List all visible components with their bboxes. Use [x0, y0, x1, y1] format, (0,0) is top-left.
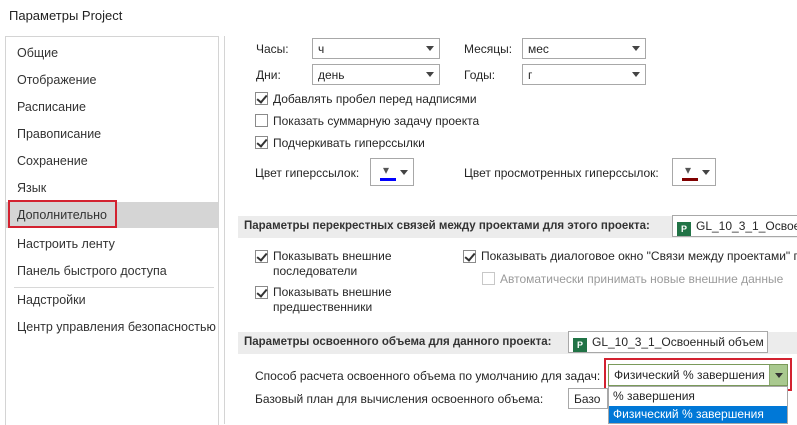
paint-bucket-icon: ▾ [685, 163, 692, 177]
highlight-frame [8, 200, 117, 228]
checkmark-icon [256, 136, 268, 148]
months-value: мес [528, 42, 549, 56]
show-successors-label-2: последователи [273, 264, 358, 278]
sidebar-item-save[interactable]: Сохранение [6, 148, 218, 174]
years-value: г [528, 68, 533, 82]
ev-method-select[interactable]: Физический % завершения [608, 364, 788, 386]
earned-value-project-name: GL_10_3_1_Освоенный объем ... [592, 335, 768, 349]
underline-links-checkbox[interactable] [255, 136, 268, 149]
years-label: Годы: [464, 68, 496, 82]
months-select[interactable]: мес [522, 38, 646, 59]
ev-method-value: Физический % завершения [614, 368, 765, 382]
days-label: Дни: [256, 68, 281, 82]
chevron-down-icon [702, 170, 710, 175]
visited-color-swatch [682, 178, 698, 181]
auto-accept-label: Автоматически принимать новые внешние да… [500, 272, 784, 286]
show-summary-label: Показать суммарную задачу проекта [273, 114, 480, 128]
days-value: день [318, 68, 345, 82]
crossproject-project-select[interactable]: P GL_10_3_1_Освоенн [672, 215, 797, 237]
options-panel: Часы: ч Месяцы: мес Дни: день Годы: г До… [224, 36, 797, 424]
show-predecessors-label-2: предшественники [273, 300, 373, 314]
ev-baseline-label: Базовый план для вычисления освоенного о… [255, 392, 544, 406]
window-title: Параметры Project [9, 8, 123, 23]
show-links-dialog-checkbox[interactable] [463, 250, 476, 263]
panel-divider [224, 36, 225, 424]
project-file-icon: P [573, 338, 587, 352]
add-space-checkbox[interactable] [255, 92, 268, 105]
chevron-down-icon [632, 46, 640, 51]
days-select[interactable]: день [312, 64, 440, 85]
ev-method-dropdown-list: % завершения Физический % завершения [608, 386, 788, 424]
sidebar-item-language[interactable]: Язык [6, 175, 218, 201]
add-space-label: Добавлять пробел перед надписями [273, 92, 477, 106]
underline-links-label: Подчеркивать гиперссылки [273, 136, 425, 150]
show-predecessors-label-1: Показывать внешние [273, 285, 392, 299]
months-label: Месяцы: [464, 42, 513, 56]
sidebar-item-general[interactable]: Общие [6, 40, 218, 66]
ev-baseline-select[interactable]: Базо [568, 388, 608, 409]
sidebar-item-proofing[interactable]: Правописание [6, 121, 218, 147]
link-color-button[interactable]: ▾ [370, 158, 414, 186]
sidebar-item-schedule[interactable]: Расписание [6, 94, 218, 120]
link-color-swatch [380, 178, 396, 181]
chevron-down-icon[interactable] [769, 365, 787, 385]
sidebar-item-customize-ribbon[interactable]: Настроить ленту [6, 231, 218, 257]
chevron-down-icon [632, 72, 640, 77]
link-color-label: Цвет гиперссылок: [255, 166, 360, 180]
checkmark-icon [256, 286, 268, 298]
show-summary-checkbox[interactable] [255, 114, 268, 127]
crossproject-section-title: Параметры перекрестных связей между прое… [244, 220, 650, 232]
checkmark-icon [464, 250, 476, 262]
ev-method-label: Способ расчета освоенного объема по умол… [255, 369, 601, 383]
sidebar-item-trust-center[interactable]: Центр управления безопасностью [6, 314, 218, 340]
dropdown-option-physical-percent[interactable]: Физический % завершения [609, 406, 787, 423]
earned-value-project-select[interactable]: P GL_10_3_1_Освоенный объем ... [568, 331, 768, 353]
checkmark-icon [256, 92, 268, 104]
show-successors-checkbox[interactable] [255, 250, 268, 263]
visited-color-button[interactable]: ▾ [672, 158, 716, 186]
chevron-down-icon [426, 72, 434, 77]
sidebar-item-addins[interactable]: Надстройки [6, 287, 218, 313]
ev-baseline-value: Базо [574, 392, 601, 406]
hours-value: ч [318, 42, 325, 56]
sidebar-item-advanced[interactable]: Дополнительно [6, 200, 218, 228]
years-select[interactable]: г [522, 64, 646, 85]
crossproject-project-name: GL_10_3_1_Освоенн [696, 219, 797, 233]
earned-value-section-title: Параметры освоенного объема для данного … [244, 336, 552, 348]
chevron-down-icon [426, 46, 434, 51]
project-file-icon: P [677, 222, 691, 236]
sidebar-item-quick-access[interactable]: Панель быстрого доступа [6, 258, 218, 284]
hours-select[interactable]: ч [312, 38, 440, 59]
show-predecessors-checkbox[interactable] [255, 286, 268, 299]
sidebar: Общие Отображение Расписание Правописани… [5, 36, 219, 425]
dropdown-option-percent-complete[interactable]: % завершения [609, 388, 787, 405]
sidebar-item-display[interactable]: Отображение [6, 67, 218, 93]
visited-color-label: Цвет просмотренных гиперссылок: [464, 166, 659, 180]
show-successors-label-1: Показывать внешние [273, 249, 392, 263]
hours-label: Часы: [256, 42, 289, 56]
show-links-dialog-label: Показывать диалоговое окно "Связи между … [481, 249, 797, 263]
checkmark-icon [256, 250, 268, 262]
auto-accept-checkbox[interactable] [482, 272, 495, 285]
title-bar: Параметры Project [0, 0, 797, 34]
paint-bucket-icon: ▾ [383, 163, 390, 177]
chevron-down-icon [400, 170, 408, 175]
